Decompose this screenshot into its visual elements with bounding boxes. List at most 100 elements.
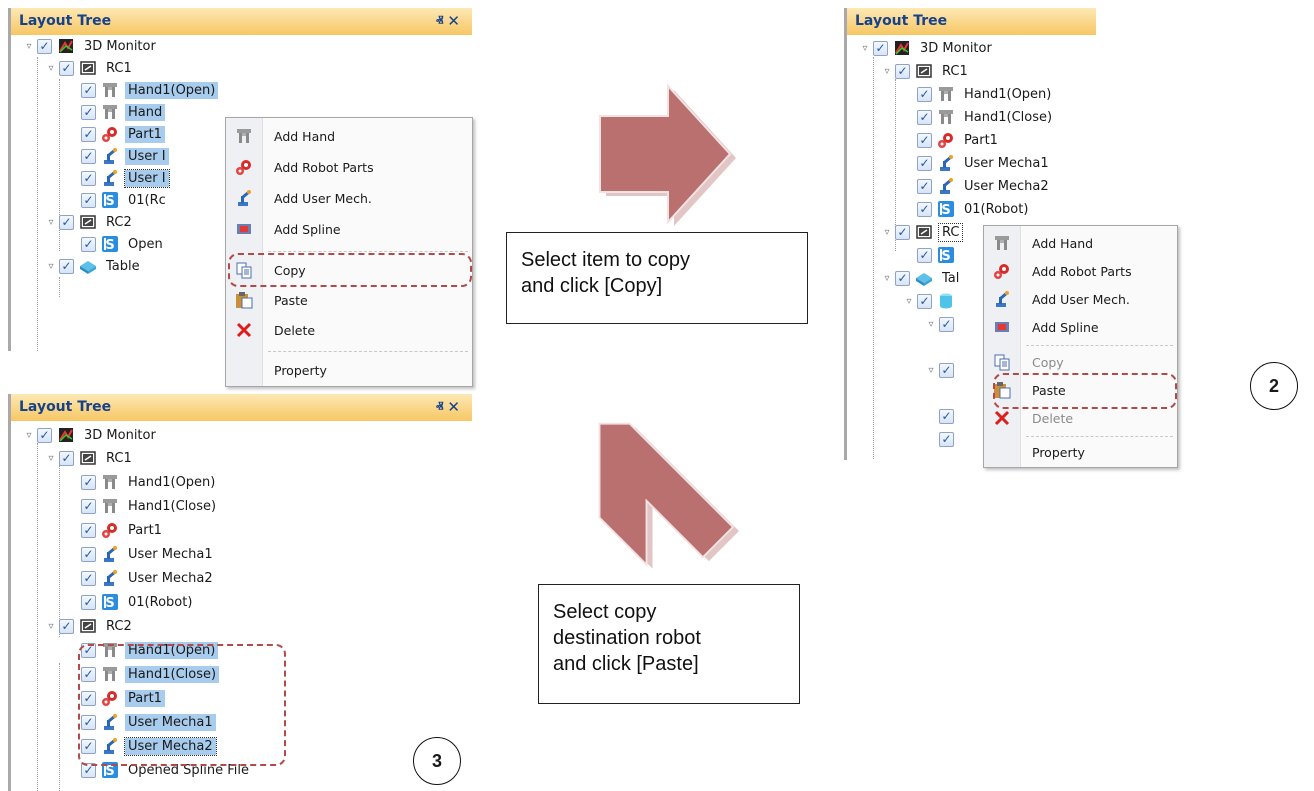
tree-node[interactable]: ✓ Part1 xyxy=(917,129,1001,151)
visibility-checkbox[interactable]: ✓ xyxy=(81,570,96,586)
tree-node[interactable]: ✓ Open xyxy=(81,233,166,255)
menu-item-add-robot-parts[interactable]: Add Robot Parts xyxy=(984,257,1177,285)
collapse-icon[interactable]: ▿ xyxy=(881,66,893,77)
visibility-checkbox[interactable]: ✓ xyxy=(37,427,52,443)
menu-item-property[interactable]: Property xyxy=(226,356,472,384)
tree-node[interactable]: ✓ 01(Robot) xyxy=(81,591,195,613)
collapse-icon[interactable]: ▿ xyxy=(859,43,871,54)
tree-node[interactable]: ✓ Hand1(Close) xyxy=(917,106,1055,128)
visibility-checkbox[interactable]: ✓ xyxy=(81,498,96,514)
visibility-checkbox[interactable]: ✓ xyxy=(81,126,96,142)
tree-node[interactable]: ▿ ✓ Tal xyxy=(881,267,962,289)
tree-node[interactable]: ▿ ✓ 3D Monitor xyxy=(23,424,159,446)
tree-node[interactable]: ✓ Hand1(Open) xyxy=(917,83,1054,105)
collapse-icon[interactable]: ▿ xyxy=(23,430,35,441)
tree-node[interactable]: ▿ ✓ xyxy=(925,359,959,381)
tree-node[interactable]: ✓ User Mecha1 xyxy=(917,152,1052,174)
tree-node[interactable]: ✓ User Mecha1 xyxy=(81,543,216,565)
visibility-checkbox[interactable]: ✓ xyxy=(81,170,96,186)
visibility-checkbox[interactable]: ✓ xyxy=(81,104,96,120)
tree-node[interactable]: ✓ Hand1(Close) xyxy=(81,495,219,517)
collapse-icon[interactable]: ▿ xyxy=(881,227,893,238)
menu-item-add-user-mech[interactable]: Add User Mech. xyxy=(984,285,1177,313)
visibility-checkbox[interactable]: ✓ xyxy=(59,450,74,466)
close-icon[interactable]: ✕ xyxy=(447,12,464,30)
visibility-checkbox[interactable]: ✓ xyxy=(939,431,954,447)
tree-node[interactable]: ✓ Part1 xyxy=(81,123,165,145)
visibility-checkbox[interactable]: ✓ xyxy=(917,86,932,102)
collapse-icon[interactable]: ▿ xyxy=(45,63,57,74)
tree-node[interactable]: ▿ ✓ RC1 xyxy=(45,447,135,469)
tree-node[interactable]: ▿ ✓ RC2 xyxy=(45,615,135,637)
visibility-checkbox[interactable]: ✓ xyxy=(895,224,910,240)
visibility-checkbox[interactable]: ✓ xyxy=(81,474,96,490)
menu-item-property[interactable]: Property xyxy=(984,438,1177,466)
visibility-checkbox[interactable]: ✓ xyxy=(81,82,96,98)
collapse-icon[interactable]: ▿ xyxy=(925,365,937,376)
visibility-checkbox[interactable]: ✓ xyxy=(873,40,888,56)
visibility-checkbox[interactable]: ✓ xyxy=(917,132,932,148)
visibility-checkbox[interactable]: ✓ xyxy=(917,109,932,125)
collapse-icon[interactable]: ▿ xyxy=(45,621,57,632)
menu-item-add-spline[interactable]: Add Spline xyxy=(984,313,1177,341)
tree-node[interactable]: ✓ Part1 xyxy=(81,519,165,541)
tree-node[interactable]: ✓ xyxy=(939,428,959,450)
tree-node[interactable]: ✓ User I xyxy=(81,167,170,189)
tree-node[interactable]: ▿ ✓ RC1 xyxy=(45,57,135,79)
menu-item-add-hand[interactable]: Add Hand xyxy=(984,229,1177,257)
collapse-icon[interactable]: ▿ xyxy=(925,319,937,330)
tree-node[interactable]: ✓ User Mecha2 xyxy=(917,175,1052,197)
pin-icon[interactable]: ⱏ xyxy=(436,398,447,416)
tree-node[interactable]: ✓ Hand1(Open) xyxy=(81,471,218,493)
visibility-checkbox[interactable]: ✓ xyxy=(81,522,96,538)
visibility-checkbox[interactable]: ✓ xyxy=(939,316,954,332)
tree-node[interactable]: ✓ Hand xyxy=(81,101,166,123)
visibility-checkbox[interactable]: ✓ xyxy=(917,201,932,217)
collapse-icon[interactable]: ▿ xyxy=(45,261,57,272)
visibility-checkbox[interactable]: ✓ xyxy=(939,362,954,378)
visibility-checkbox[interactable]: ✓ xyxy=(59,258,74,274)
visibility-checkbox[interactable]: ✓ xyxy=(81,594,96,610)
collapse-icon[interactable]: ▿ xyxy=(45,217,57,228)
visibility-checkbox[interactable]: ✓ xyxy=(895,270,910,286)
tree-node[interactable]: ▿ ✓ 3D Monitor xyxy=(859,37,995,59)
menu-item-add-robot-parts[interactable]: Add Robot Parts xyxy=(226,153,472,181)
tree-node[interactable]: ▿ ✓ RC2 xyxy=(45,211,135,233)
close-icon[interactable]: ✕ xyxy=(447,398,464,416)
visibility-checkbox[interactable]: ✓ xyxy=(917,155,932,171)
collapse-icon[interactable]: ▿ xyxy=(45,453,57,464)
tree-node[interactable]: ▿ ✓ xyxy=(925,313,959,335)
tree-node[interactable]: ✓ 01(Robot) xyxy=(917,198,1031,220)
tree-node[interactable]: ▿ ✓ xyxy=(903,290,961,312)
menu-item-copy[interactable]: Copy xyxy=(984,348,1177,376)
visibility-checkbox[interactable]: ✓ xyxy=(59,618,74,634)
menu-item-delete[interactable]: Delete xyxy=(226,316,472,344)
menu-item-add-user-mech[interactable]: Add User Mech. xyxy=(226,184,472,212)
tree-node[interactable]: ✓ User I xyxy=(81,145,169,167)
visibility-checkbox[interactable]: ✓ xyxy=(917,247,932,263)
visibility-checkbox[interactable]: ✓ xyxy=(81,546,96,562)
tree-node[interactable]: ▿ ✓ Table xyxy=(45,255,143,277)
visibility-checkbox[interactable]: ✓ xyxy=(59,214,74,230)
visibility-checkbox[interactable]: ✓ xyxy=(37,38,52,54)
tree-node[interactable]: ✓ xyxy=(939,405,959,427)
visibility-checkbox[interactable]: ✓ xyxy=(917,178,932,194)
tree-node[interactable]: ▿ ✓ RC xyxy=(881,221,964,243)
menu-item-add-hand[interactable]: Add Hand xyxy=(226,122,472,150)
visibility-checkbox[interactable]: ✓ xyxy=(81,192,96,208)
tree-node[interactable]: ✓ Hand1(Open) xyxy=(81,79,219,101)
visibility-checkbox[interactable]: ✓ xyxy=(939,408,954,424)
menu-item-add-spline[interactable]: Add Spline xyxy=(226,215,472,243)
visibility-checkbox[interactable]: ✓ xyxy=(81,236,96,252)
visibility-checkbox[interactable]: ✓ xyxy=(895,63,910,79)
collapse-icon[interactable]: ▿ xyxy=(881,273,893,284)
tree-node[interactable]: ✓ xyxy=(917,244,961,266)
menu-item-paste[interactable]: Paste xyxy=(226,286,472,314)
pin-icon[interactable]: ⱏ xyxy=(436,12,447,30)
tree-node[interactable]: ▿ ✓ RC1 xyxy=(881,60,971,82)
tree-node[interactable]: ✓ User Mecha2 xyxy=(81,567,216,589)
collapse-icon[interactable]: ▿ xyxy=(903,296,915,307)
tree-node[interactable]: ✓ 01(Rc xyxy=(81,189,169,211)
visibility-checkbox[interactable]: ✓ xyxy=(81,148,96,164)
visibility-checkbox[interactable]: ✓ xyxy=(59,60,74,76)
